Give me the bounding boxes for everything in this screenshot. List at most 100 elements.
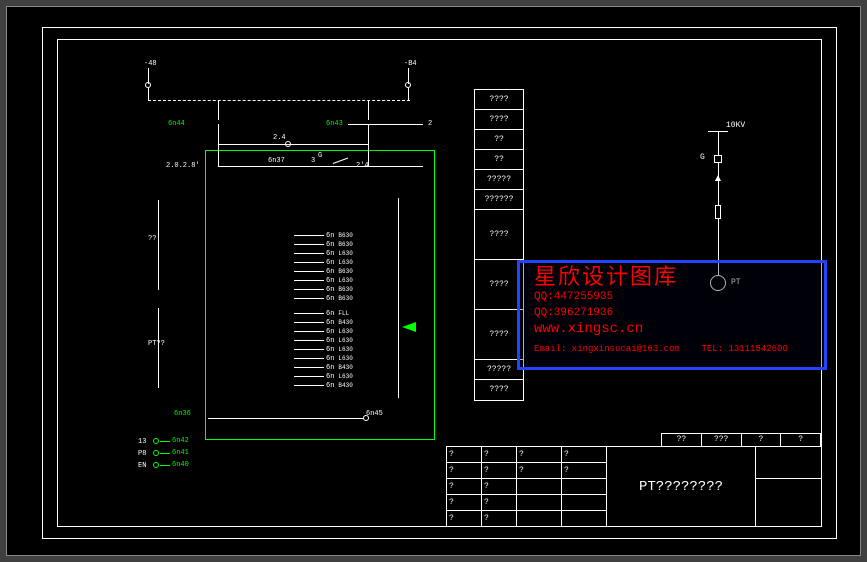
tb-cell [562, 495, 607, 511]
tb-cell: ? [482, 479, 517, 495]
table-row: 6nL630 [294, 345, 398, 354]
tb-extra: ? [742, 434, 782, 447]
node [153, 462, 159, 468]
legend-row: ?????? [475, 190, 523, 210]
fuse-label: 2.0.2.8' [166, 162, 200, 170]
tb-cell: ? [482, 463, 517, 479]
watermark-tel: TEL: 13111542600 [701, 344, 787, 354]
tb-cell [562, 511, 607, 527]
node [153, 450, 159, 456]
bracket [158, 308, 159, 388]
wire [148, 88, 149, 100]
legend-row: ????? [475, 360, 523, 380]
node [153, 438, 159, 444]
table-row: 6nL630 [294, 354, 398, 363]
node [363, 415, 369, 421]
table-row: 6nB630 [294, 294, 398, 303]
g-label: G [318, 152, 322, 160]
watermark-qq1: QQ:447255935 [534, 289, 810, 305]
tb-cell: ? [482, 511, 517, 527]
table-row: 6nL630 [294, 258, 398, 267]
table-row: 6nB630 [294, 285, 398, 294]
tb-extra: ?? [662, 434, 702, 447]
table-row: 6nFLL [294, 309, 398, 318]
legend-row: ???? [475, 110, 523, 130]
wire [368, 100, 369, 120]
sw-mid: 3 [311, 157, 315, 165]
tb-cell: ? [517, 463, 562, 479]
tb-cell: ? [482, 447, 517, 463]
tb-extra: ??? [702, 434, 742, 447]
legend-row: ?? [475, 130, 523, 150]
wire-dashed [148, 100, 410, 101]
tb-cell: ? [562, 447, 607, 463]
label-6n44: 6n44 [168, 120, 185, 128]
drawing-title: PT???????? [607, 447, 756, 527]
pointer-arrow-icon [402, 322, 416, 332]
legend-row: ???? [475, 310, 523, 360]
legend-row: ???? [475, 260, 523, 310]
tb-cell: ? [447, 511, 482, 527]
lamp-label: 2.4 [273, 134, 286, 142]
prefix-1: P8 [138, 450, 146, 458]
tb-cell: ? [447, 495, 482, 511]
table-row: 6nB630 [294, 240, 398, 249]
table-row: 6nL630 [294, 372, 398, 381]
watermark-contact: Email: xingxinsucai@163.com TEL: 1311154… [534, 341, 810, 357]
wire [218, 144, 368, 145]
table-row: 6nB430 [294, 318, 398, 327]
wire [718, 181, 719, 205]
sw-left: 6n37 [268, 157, 285, 165]
tb-cell [517, 479, 562, 495]
voltage-label: 10KV [726, 121, 745, 130]
ground-label: G [700, 153, 705, 162]
table-row: 6nL630 [294, 276, 398, 285]
tb-cell: ? [482, 495, 517, 511]
side-label: ?? [148, 235, 156, 243]
table-row: 6nB430 [294, 363, 398, 372]
wire [218, 124, 219, 144]
table-row: 6nB430 [294, 381, 398, 390]
bracket [158, 200, 159, 290]
table-row: 6nL630 [294, 336, 398, 345]
wire [718, 131, 719, 155]
prefix-0: 13 [138, 438, 146, 446]
wire [160, 465, 170, 466]
tb-cell: ? [447, 479, 482, 495]
wire [348, 124, 423, 125]
wire [368, 124, 369, 144]
watermark-stamp: 星欣设计图库 QQ:447255935 QQ:396271936 www.xin… [517, 260, 827, 370]
legend-row: ????? [475, 170, 523, 190]
table-row: 6nL630 [294, 249, 398, 258]
sw-right: 2'4 [356, 162, 369, 170]
tb-cell [517, 495, 562, 511]
single-line-diagram: 10KV G PT [678, 125, 758, 255]
lamp-symbol [285, 141, 291, 147]
legend-row: ???? [475, 90, 523, 110]
legend-row: ?? [475, 150, 523, 170]
title-block-top-row: ?? ??? ? ? [661, 433, 821, 447]
tb-cell: ? [517, 447, 562, 463]
label-6n40: 6n40 [172, 461, 189, 469]
watermark-url: www.xingsc.cn [534, 321, 810, 337]
pt-side-label: PT?? [148, 340, 165, 348]
wire [160, 453, 170, 454]
title-block: ?? ??? ? ? ? ? ? ? PT???????? ? ? ? ? ? … [446, 446, 821, 526]
wire [218, 100, 219, 120]
tb-extra: ? [781, 434, 820, 447]
label-6n43: 6n43 [326, 120, 343, 128]
tb-right-cell [756, 479, 821, 527]
aux-num: 2 [428, 120, 432, 128]
watermark-qq2: QQ:396271936 [534, 305, 810, 321]
legend-row: ???? [475, 210, 523, 260]
tb-cell: ? [562, 463, 607, 479]
label-6n42: 6n42 [172, 437, 189, 445]
table-row: 6nB630 [294, 231, 398, 240]
label-6n41: 6n41 [172, 449, 189, 457]
wire [218, 144, 219, 166]
disconnect-switch-icon [714, 155, 722, 163]
tb-cell: ? [447, 447, 482, 463]
watermark-title: 星欣设计图库 [534, 271, 810, 287]
legend-row: ???? [475, 380, 523, 400]
table-row: 6nB630 [294, 267, 398, 276]
